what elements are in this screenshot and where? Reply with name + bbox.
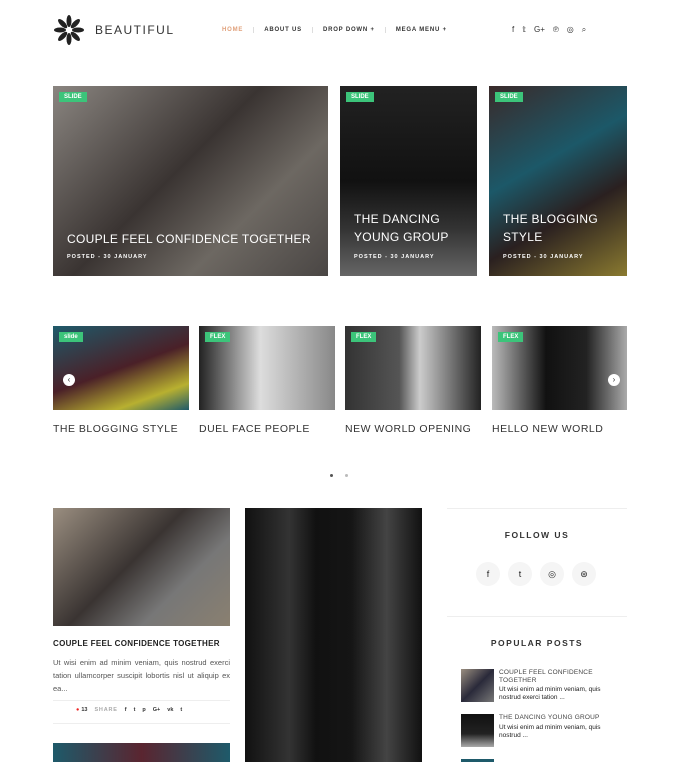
instagram-icon[interactable]: ◎ (567, 25, 574, 35)
carousel-item[interactable]: FLEX (345, 326, 481, 410)
slide-tag: SLIDE (346, 92, 374, 102)
tumblr-icon[interactable]: t (180, 707, 182, 713)
popular-excerpt: Ut wisi enim ad minim veniam, quis nostr… (499, 724, 601, 739)
carousel-title[interactable]: NEW WORLD OPENING (345, 423, 471, 435)
popular-title[interactable]: COUPLE FEEL CONFIDENCE TOGETHER (499, 669, 609, 685)
google-plus-icon[interactable]: G+ (534, 25, 545, 35)
nav-dropdown[interactable]: DROP DOWN + (311, 27, 385, 33)
nav-about[interactable]: ABOUT US (253, 27, 312, 33)
carousel-title[interactable]: THE BLOGGING STYLE (53, 423, 178, 435)
popular-thumb[interactable] (461, 669, 494, 702)
comment-count: 13 (81, 707, 88, 713)
slide-tag: SLIDE (59, 92, 87, 102)
facebook-icon[interactable]: f (125, 707, 127, 713)
carousel-tag: FLEX (498, 332, 524, 342)
google-plus-icon[interactable]: G+ (153, 707, 161, 713)
dribbble-icon[interactable]: ⊛ (572, 562, 596, 586)
twitter-icon[interactable]: 𝕥 (522, 25, 526, 35)
carousel-tag: FLEX (351, 332, 377, 342)
popular-thumb[interactable] (461, 714, 494, 747)
carousel-dot-active[interactable] (330, 474, 333, 477)
slide-tag: SLIDE (495, 92, 523, 102)
hero-title[interactable]: COUPLE FEEL CONFIDENCE TOGETHER (67, 230, 311, 248)
divider (447, 616, 627, 617)
nav-home[interactable]: HOME (222, 27, 253, 33)
carousel-title[interactable]: DUEL FACE PEOPLE (199, 423, 310, 435)
vk-icon[interactable]: vk (167, 707, 173, 713)
carousel-dot[interactable] (345, 474, 348, 477)
main-nav: HOME ABOUT US DROP DOWN + MEGA MENU + (222, 27, 457, 33)
hero-title[interactable]: THE BLOGGING STYLE (503, 210, 603, 246)
carousel-title[interactable]: HELLO NEW WORLD (492, 423, 603, 435)
hero-title[interactable]: THE DANCING YOUNG GROUP (354, 210, 464, 246)
post-image[interactable] (53, 743, 230, 762)
carousel-next-button[interactable]: › (608, 374, 620, 386)
hero-meta: POSTED - 30 JANUARY (67, 254, 148, 260)
hero-meta: POSTED - 30 JANUARY (503, 254, 584, 260)
pinterest-icon[interactable]: ℗ (553, 25, 559, 35)
nav-mega-menu[interactable]: MEGA MENU + (384, 27, 457, 33)
carousel-item[interactable]: slide (53, 326, 189, 410)
pinterest-icon[interactable]: p (142, 707, 145, 713)
post-excerpt: Ut wisi enim ad minim veniam, quis nostr… (53, 658, 230, 693)
hero-meta: POSTED - 30 JANUARY (354, 254, 435, 260)
post-image[interactable] (53, 508, 230, 626)
twitter-icon[interactable]: t (508, 562, 532, 586)
carousel-tag: slide (59, 332, 83, 342)
popular-posts-title: POPULAR POSTS (490, 638, 584, 648)
facebook-icon[interactable]: f (512, 25, 514, 35)
logo-text[interactable]: BEAUTIFUL (95, 23, 175, 37)
carousel-item[interactable]: FLEX (199, 326, 335, 410)
comment-icon[interactable]: ● (76, 707, 79, 713)
search-icon[interactable]: ⌕ (582, 25, 586, 35)
divider (53, 723, 230, 724)
facebook-icon[interactable]: f (476, 562, 500, 586)
follow-us-title: FOLLOW US (504, 530, 570, 540)
carousel-tag: FLEX (205, 332, 231, 342)
logo-icon[interactable] (53, 14, 85, 46)
post-image[interactable] (245, 508, 422, 762)
hero-slide[interactable]: SLIDE THE BLOGGING STYLE POSTED - 30 JAN… (489, 86, 627, 276)
carousel-prev-button[interactable]: ‹ (63, 374, 75, 386)
carousel-item[interactable]: FLEX (492, 326, 627, 410)
instagram-icon[interactable]: ◎ (540, 562, 564, 586)
post-title[interactable]: COUPLE FEEL CONFIDENCE TOGETHER (53, 639, 220, 648)
divider (53, 700, 230, 701)
hero-slide[interactable]: SLIDE COUPLE FEEL CONFIDENCE TOGETHER PO… (53, 86, 328, 276)
share-label: SHARE (94, 707, 118, 713)
popular-excerpt: Ut wisi enim ad minim veniam, quis nostr… (499, 686, 601, 701)
header-social: f 𝕥 G+ ℗ ◎ ⌕ (512, 25, 586, 35)
divider (447, 508, 627, 509)
hero-slide[interactable]: SLIDE THE DANCING YOUNG GROUP POSTED - 3… (340, 86, 477, 276)
twitter-icon[interactable]: t (134, 707, 136, 713)
post-share-bar: ● 13 SHARE f t p G+ vk t (76, 707, 182, 713)
popular-title[interactable]: THE DANCING YOUNG GROUP (499, 714, 619, 722)
